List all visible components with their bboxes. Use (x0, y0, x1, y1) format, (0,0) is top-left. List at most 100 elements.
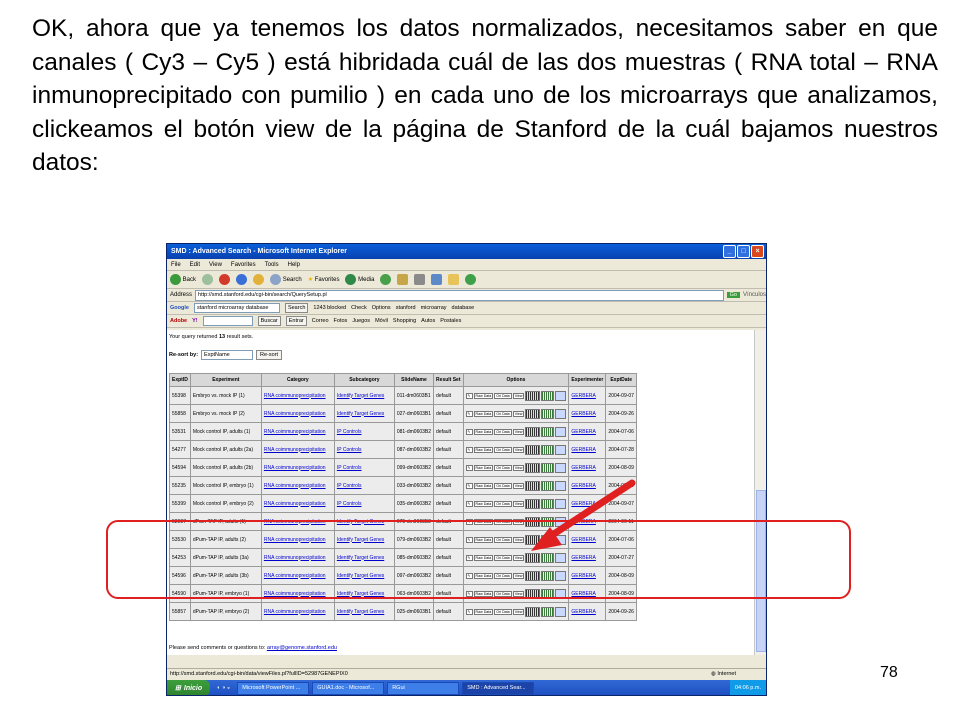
experimenter-link[interactable]: GERBERA (571, 609, 595, 615)
experimenter-link[interactable]: GERBERA (571, 483, 595, 489)
yahoo-juegos[interactable]: Juegos (352, 318, 370, 324)
raw-data-button[interactable]: Raw Data (473, 464, 494, 471)
subcategory-link[interactable]: IP Controls (337, 465, 362, 471)
category-link[interactable]: RNA coimmunoprecipitation (264, 465, 326, 471)
forward-arrow-icon[interactable] (202, 274, 214, 285)
back-button[interactable]: Back (170, 274, 196, 285)
ori-data-button[interactable]: Ori Data (494, 608, 512, 615)
experimenter-link[interactable]: GERBERA (571, 429, 595, 435)
google-search-input[interactable]: stanford microarray database (193, 303, 280, 313)
picture-icon[interactable] (555, 390, 567, 401)
yahoo-postales[interactable]: Postales (440, 318, 461, 324)
spell-check-button[interactable]: Check (351, 305, 367, 311)
cluster-grid-icon[interactable] (541, 444, 555, 455)
ori-data-button[interactable]: Ori Data (494, 446, 512, 453)
cluster-grid-icon[interactable] (541, 462, 555, 473)
refresh-icon[interactable] (236, 274, 248, 285)
view-button[interactable]: View (512, 428, 525, 435)
home-icon[interactable] (253, 274, 265, 285)
menu-tools[interactable]: Tools (265, 262, 279, 268)
vertical-scrollbar[interactable] (754, 330, 766, 655)
raw-data-button[interactable]: Raw Data (473, 446, 494, 453)
task-word[interactable]: GUIA1.doc - Microsof... (312, 681, 385, 695)
google-term-microarray[interactable]: microarray (421, 305, 447, 311)
menu-help[interactable]: Help (288, 262, 300, 268)
picture-icon[interactable] (555, 408, 567, 419)
cluster-grid-icon[interactable] (541, 426, 555, 437)
raw-data-button[interactable]: Raw Data (473, 392, 494, 399)
go-button[interactable]: Go (726, 292, 740, 298)
google-options-button[interactable]: Options (372, 305, 391, 311)
ori-data-button[interactable]: Ori Data (494, 500, 512, 507)
resort-button[interactable]: Re-sort (256, 350, 283, 360)
raw-data-button[interactable]: Raw Data (473, 500, 494, 507)
view-button[interactable]: View (512, 464, 525, 471)
picture-icon[interactable] (555, 480, 567, 491)
image-grid-icon[interactable] (525, 408, 541, 419)
raw-data-button[interactable]: Raw Data (473, 608, 494, 615)
category-link[interactable]: RNA coimmunoprecipitation (264, 501, 326, 507)
ori-data-button[interactable]: Ori Data (494, 428, 512, 435)
edit-option-icon[interactable]: ✎ (465, 482, 473, 489)
experimenter-link[interactable]: GERBERA (571, 447, 595, 453)
category-link[interactable]: RNA coimmunoprecipitation (264, 393, 326, 399)
picture-icon[interactable] (555, 444, 567, 455)
raw-data-button[interactable]: Raw Data (473, 410, 494, 417)
address-input[interactable]: http://smd.stanford.edu/cgi-bin/search/Q… (195, 289, 724, 301)
resort-select[interactable]: ExptName (201, 350, 254, 360)
subcategory-link[interactable]: Identify Target Genes (337, 393, 384, 399)
image-grid-icon[interactable] (525, 390, 541, 401)
ori-data-button[interactable]: Ori Data (494, 410, 512, 417)
yahoo-correo[interactable]: Correo (312, 318, 329, 324)
menu-favorites[interactable]: Favorites (231, 262, 256, 268)
menu-file[interactable]: File (171, 262, 181, 268)
google-term-stanford[interactable]: stanford (396, 305, 416, 311)
maximize-icon[interactable]: □ (737, 245, 750, 258)
task-ie[interactable]: SMD : Advanced Sear... (462, 681, 535, 695)
edit-icon[interactable] (431, 274, 443, 285)
cluster-grid-icon[interactable] (541, 480, 555, 491)
cluster-grid-icon[interactable] (541, 408, 555, 419)
edit-option-icon[interactable]: ✎ (465, 464, 473, 471)
menu-view[interactable]: View (209, 262, 222, 268)
links-label[interactable]: Vínculos (743, 292, 766, 298)
experimenter-link[interactable]: GERBERA (571, 411, 595, 417)
close-icon[interactable]: × (751, 245, 764, 258)
yahoo-shopping[interactable]: Shopping (393, 318, 416, 324)
image-grid-icon[interactable] (525, 480, 541, 491)
experimenter-link[interactable]: GERBERA (571, 393, 595, 399)
media-button[interactable]: Media (345, 274, 374, 285)
edit-option-icon[interactable]: ✎ (465, 392, 473, 399)
mail-icon[interactable] (397, 274, 409, 285)
yahoo-movil[interactable]: Móvil (375, 318, 388, 324)
view-button[interactable]: View (512, 410, 525, 417)
cluster-grid-icon[interactable] (541, 390, 555, 401)
entrar-button[interactable]: Entrar (285, 316, 307, 326)
picture-icon[interactable] (555, 462, 567, 473)
cluster-grid-icon[interactable] (541, 606, 555, 617)
view-button[interactable]: View (512, 482, 525, 489)
history-icon[interactable] (380, 274, 392, 285)
edit-option-icon[interactable]: ✎ (465, 446, 473, 453)
subcategory-link[interactable]: Identify Target Genes (337, 609, 384, 615)
search-button[interactable]: Search (270, 274, 302, 285)
adobe-logo[interactable]: Adobe (170, 318, 187, 324)
picture-icon[interactable] (555, 498, 567, 509)
yahoo-fotos[interactable]: Fotos (334, 318, 348, 324)
ori-data-button[interactable]: Ori Data (494, 392, 512, 399)
task-rgui[interactable]: RGui (387, 681, 460, 695)
yahoo-search-input[interactable] (202, 316, 253, 326)
subcategory-link[interactable]: IP Controls (337, 447, 362, 453)
view-button[interactable]: View (512, 608, 525, 615)
subcategory-link[interactable]: IP Controls (337, 483, 362, 489)
contact-email-link[interactable]: array@genome.stanford.edu (267, 645, 337, 651)
category-link[interactable]: RNA coimmunoprecipitation (264, 447, 326, 453)
start-button[interactable]: ⊞ Inicio (167, 680, 211, 695)
image-grid-icon[interactable] (525, 444, 541, 455)
menu-edit[interactable]: Edit (190, 262, 200, 268)
popup-blocked-label[interactable]: 1243 blocked (313, 305, 346, 311)
subcategory-link[interactable]: IP Controls (337, 501, 362, 507)
image-grid-icon[interactable] (525, 498, 541, 509)
edit-option-icon[interactable]: ✎ (465, 410, 473, 417)
view-button[interactable]: View (512, 500, 525, 507)
